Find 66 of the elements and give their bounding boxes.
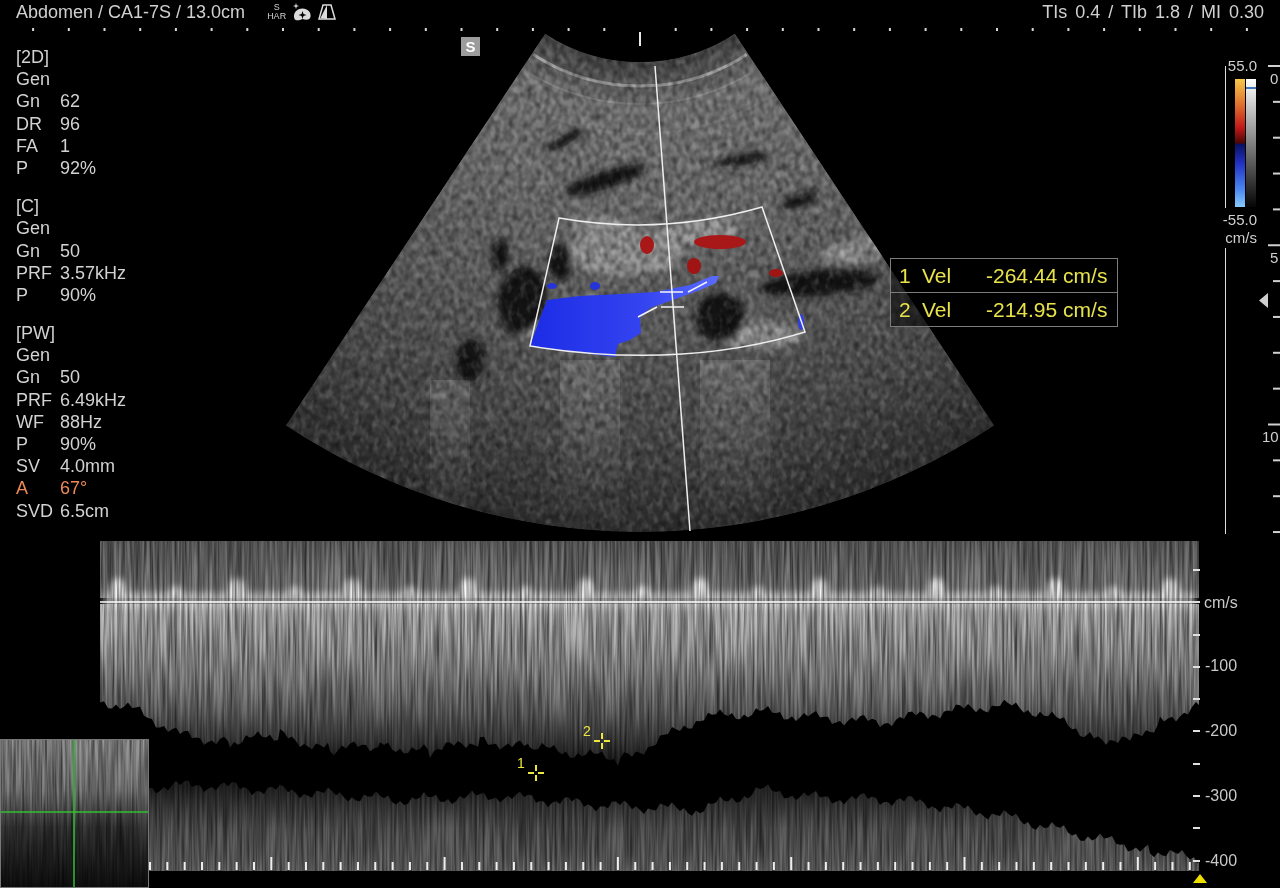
param-label: P [16,283,28,307]
param-label: Gn [16,366,40,389]
param-group-heading: [C] [16,195,39,218]
depth-label: 0 [1270,70,1279,87]
param-label: PRF [16,261,52,284]
measurement-value: -214.95 cm/s [986,297,1108,322]
param-value: 4.0mm [60,455,115,478]
depth-label: 5 [1270,249,1279,266]
param-value: 3.57kHz [60,261,127,284]
color-scale-min: -55.0 [1222,211,1257,228]
param-value: 96 [60,112,81,135]
measurement-index: 1 [899,263,911,288]
param-value: 50 [60,239,81,262]
trapezoid-icon [318,4,337,20]
param-label: PRF [16,388,52,411]
depth-label: 10 [1262,428,1279,445]
triangle-marker-icon [1193,874,1207,883]
velocity-label: -300 [1205,787,1238,804]
param-value: 90% [60,433,97,456]
param-group-heading: [PW] [16,322,55,345]
param-label: SVD [16,499,53,522]
sample-gate [659,291,685,308]
param-value: 90% [60,283,97,307]
param-label: P [16,156,28,180]
caliper-label: 1 [517,755,525,771]
param-value: 1 [60,134,70,157]
param-value: 88Hz [60,410,103,433]
harmonic-label: S [273,3,280,12]
param-value: 62 [60,90,81,113]
caliper-cross-icon [593,732,611,750]
param-label: Gen [16,217,51,240]
param-value: 50 [60,366,81,389]
param-label: P [16,433,28,456]
exam-title: Abdomen / CA1-7S / 13.0cm [16,1,246,23]
measurement-name: Vel [922,263,952,288]
angle-correction-line [637,281,708,318]
orientation-marker: S [461,37,480,56]
harmonic-label: HAR [267,12,287,21]
param-label: A [16,477,28,500]
caliper-label: 2 [583,723,591,739]
param-label: SV [16,455,40,478]
focus-marker-icon [1259,293,1268,308]
measurement-value: -264.44 cm/s [986,263,1108,288]
measurement-index: 2 [899,297,911,322]
param-label: Gen [16,68,51,91]
param-label: Gn [16,90,40,113]
measurement-name: Vel [922,297,952,322]
param-value: 92% [60,156,97,180]
color-scale-unit: cm/s [1225,229,1257,246]
param-value: 6.49kHz [60,388,127,411]
param-label: Gen [16,344,51,367]
acoustic-indices: TIs 0.4 / TIb 1.8 / MI 0.30 [1042,1,1264,23]
param-label: FA [16,134,38,157]
caliper-cross-icon [527,764,545,782]
velocity-unit: cm/s [1204,594,1238,611]
color-scale-max: 55.0 [1227,57,1257,74]
param-label: Gn [16,239,40,262]
param-value: 67° [60,477,88,500]
velocity-label: -200 [1205,722,1238,739]
velocity-label: -100 [1205,657,1238,674]
param-value: 6.5cm [60,499,110,522]
sparkle-blob-icon [292,3,313,21]
velocity-label: -400 [1205,852,1238,869]
param-label: WF [16,410,44,433]
param-group-heading: [2D] [16,46,49,69]
param-label: DR [16,112,42,135]
